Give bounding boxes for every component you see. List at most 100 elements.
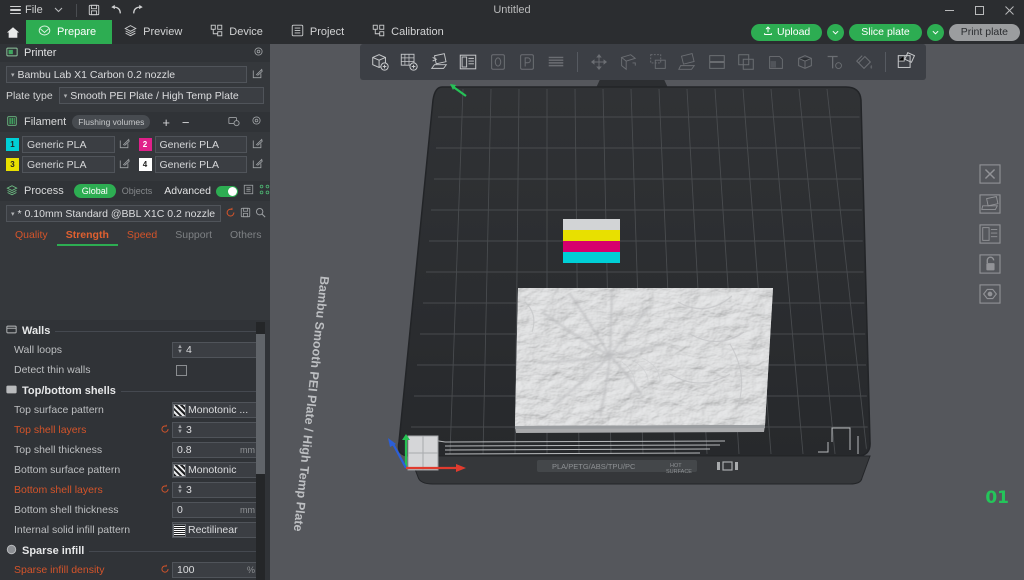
upload-button[interactable]: Upload [751, 24, 822, 41]
detect-thin-walls-checkbox[interactable] [176, 365, 187, 376]
print-dropdown-caret[interactable] [927, 24, 944, 41]
add-filament-button[interactable]: + [162, 115, 170, 130]
tab-speed[interactable]: Speed [118, 226, 166, 246]
home-icon[interactable] [0, 20, 26, 44]
redo-arrow-icon[interactable] [127, 0, 149, 20]
filament-1-edit-icon[interactable] [118, 138, 132, 152]
plate-visibility-icon[interactable] [976, 282, 1004, 306]
bottom-shell-layers-input[interactable]: ▲▼ 3 [172, 482, 260, 498]
option-wall-loops: Wall loops ▲▼ 4 [0, 340, 270, 360]
process-preset-value: * 0.10mm Standard @BBL X1C 0.2 nozzle [18, 208, 216, 220]
tab-preview[interactable]: Preview [112, 20, 198, 44]
lock-plate-icon[interactable] [976, 252, 1004, 276]
process-reset-icon[interactable] [225, 207, 236, 221]
printer-preset-select[interactable]: ▾ Bambu Lab X1 Carbon 0.2 nozzle [6, 66, 247, 83]
viewport-toolbar [360, 44, 926, 80]
plate-settings-icon[interactable] [976, 222, 1004, 246]
remove-filament-button[interactable]: − [182, 115, 190, 130]
bottom-surface-pattern-select[interactable]: Monotonic [172, 462, 260, 478]
tab-project[interactable]: Project [279, 20, 360, 44]
filament-gear-icon[interactable] [251, 115, 262, 129]
compare-icon[interactable] [243, 184, 254, 198]
assembly-view-icon[interactable] [893, 47, 920, 77]
tab-device[interactable]: Device [198, 20, 279, 44]
slice-plate-button[interactable]: Slice plate [849, 24, 921, 41]
spinner-arrows-icon[interactable]: ▲▼ [177, 485, 183, 495]
sparse-infill-density-reset-icon[interactable] [158, 564, 172, 577]
printer-gear-icon[interactable] [253, 46, 264, 60]
internal-solid-infill-pattern-select[interactable]: Rectilinear [172, 522, 260, 538]
plate-side-label: Bambu Smooth PEI Plate / High Temp Plate [291, 275, 332, 532]
process-preset-select[interactable]: ▾ * 0.10mm Standard @BBL X1C 0.2 nozzle [6, 205, 221, 222]
layout-icon[interactable] [454, 47, 481, 77]
filament-4-color-chip[interactable]: 4 [139, 158, 152, 171]
process-save-icon[interactable] [240, 207, 251, 221]
scope-objects-button[interactable]: Objects [116, 184, 159, 198]
scale-icon [615, 47, 642, 77]
wall-loops-input[interactable]: ▲▼ 4 [172, 342, 260, 358]
undo-arrow-icon[interactable] [105, 0, 127, 20]
tab-quality[interactable]: Quality [6, 226, 57, 246]
close-icon[interactable] [994, 0, 1024, 20]
add-object-icon[interactable] [366, 47, 393, 77]
top-shell-layers-reset-icon[interactable] [158, 424, 172, 437]
add-plate-icon[interactable] [395, 47, 422, 77]
top-surface-pattern-select[interactable]: Monotonic ... [172, 402, 260, 418]
settings-scrollbar-thumb[interactable] [256, 334, 265, 474]
tab-support[interactable]: Support [166, 226, 221, 246]
bottom-shell-thickness-unit: mm [240, 505, 255, 515]
tab-others[interactable]: Others [221, 226, 271, 246]
filament-section-header: Filament Flushing volumes + − [0, 112, 270, 132]
filament-1-select[interactable]: Generic PLA [22, 136, 115, 153]
filament-2-color-chip[interactable]: 2 [139, 138, 152, 151]
spinner-arrows-icon[interactable]: ▲▼ [177, 425, 183, 435]
orient-p-icon [513, 47, 540, 77]
parameter-icon[interactable] [259, 184, 270, 198]
scope-global-button[interactable]: Global [74, 184, 116, 198]
diagonal-pattern-swatch [173, 464, 186, 477]
ams-icon[interactable] [228, 115, 240, 130]
filament-4-select[interactable]: Generic PLA [155, 156, 248, 173]
filament-4-name: Generic PLA [160, 159, 220, 171]
printer-edit-icon[interactable] [250, 68, 264, 82]
file-menu-button[interactable]: File [5, 0, 48, 20]
print-plate-label: Print plate [961, 26, 1008, 38]
menu-chevron-down-icon[interactable] [48, 0, 70, 20]
chevron-down-icon: ▾ [11, 210, 15, 218]
flushing-volumes-button[interactable]: Flushing volumes [72, 115, 150, 129]
tab-calibration[interactable]: Calibration [360, 20, 460, 44]
filament-4-edit-icon[interactable] [250, 158, 264, 172]
process-search-icon[interactable] [255, 207, 266, 221]
group-divider [55, 331, 262, 332]
filament-2-edit-icon[interactable] [250, 138, 264, 152]
filament-3-select[interactable]: Generic PLA [22, 156, 115, 173]
advanced-toggle[interactable] [216, 186, 238, 197]
plate-type-select[interactable]: ▾ Smooth PEI Plate / High Temp Plate [59, 87, 264, 104]
arrange-icon[interactable] [425, 47, 452, 77]
arrange-plate-icon[interactable] [976, 192, 1004, 216]
spinner-arrows-icon[interactable]: ▲▼ [177, 345, 183, 355]
top-shell-layers-input[interactable]: ▲▼ 3 [172, 422, 260, 438]
delete-plate-icon[interactable] [976, 162, 1004, 186]
3d-viewport[interactable]: Bambu Smooth PEI Plate / High Temp Plate… [270, 44, 1024, 580]
bottom-shell-thickness-input[interactable]: 0 mm [172, 502, 260, 518]
filament-2-select[interactable]: Generic PLA [155, 136, 248, 153]
tab-prepare[interactable]: Prepare [26, 20, 112, 44]
maximize-icon[interactable] [964, 0, 994, 20]
bottom-shell-layers-reset-icon[interactable] [158, 484, 172, 497]
filament-3-edit-icon[interactable] [118, 158, 132, 172]
top-shell-thickness-input[interactable]: 0.8 mm [172, 442, 260, 458]
prepare-icon [38, 24, 51, 40]
sparse-infill-density-input[interactable]: 100 % [172, 562, 260, 578]
tab-strength[interactable]: Strength [57, 226, 118, 246]
advanced-label: Advanced [164, 185, 211, 197]
option-internal-solid-infill-pattern: Internal solid infill pattern Rectilinea… [0, 520, 270, 540]
save-icon[interactable] [83, 0, 105, 20]
slice-dropdown-caret[interactable] [827, 24, 844, 41]
minimize-icon[interactable] [934, 0, 964, 20]
upload-icon [763, 26, 773, 39]
filament-1-color-chip[interactable]: 1 [6, 138, 19, 151]
svg-text:SURFACE: SURFACE [666, 469, 692, 475]
print-plate-button[interactable]: Print plate [949, 24, 1020, 41]
filament-3-color-chip[interactable]: 3 [6, 158, 19, 171]
